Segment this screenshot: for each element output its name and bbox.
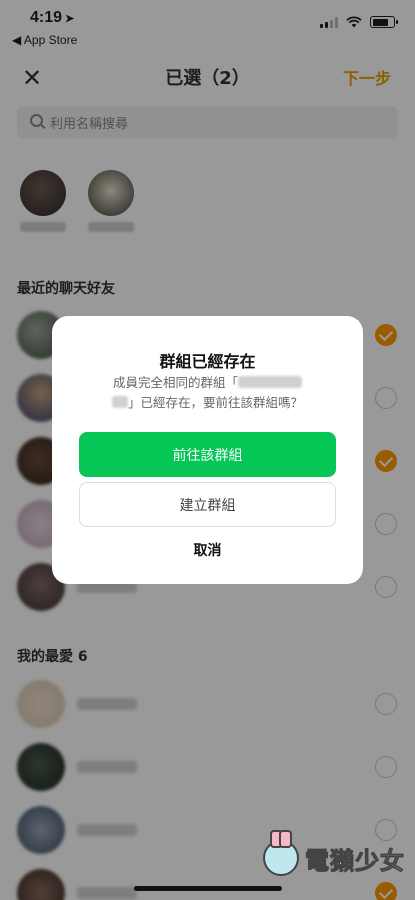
dialog-message-part1: 成員完全相同的群組「 (112, 375, 238, 390)
go-to-group-button[interactable]: 前往該群組 (79, 432, 336, 477)
group-exists-dialog: 群組已經存在 成員完全相同的群組「」已經存在，要前往該群組嗎？ 前往該群組 建立… (52, 316, 363, 584)
watermark: 電獺少女 (263, 830, 405, 876)
watermark-logo-icon (263, 830, 299, 876)
dialog-message: 成員完全相同的群組「」已經存在，要前往該群組嗎？ (84, 373, 331, 413)
blurred-group-name (111, 396, 128, 408)
dialog-message-part2: 」已經存在，要前往該群組嗎？ (127, 395, 303, 410)
create-group-button[interactable]: 建立群組 (79, 482, 336, 527)
home-indicator[interactable] (134, 886, 282, 891)
cancel-button[interactable]: 取消 (79, 534, 336, 566)
blurred-group-name (238, 376, 302, 388)
dialog-title: 群組已經存在 (159, 352, 256, 371)
watermark-text: 電獺少女 (305, 846, 405, 875)
